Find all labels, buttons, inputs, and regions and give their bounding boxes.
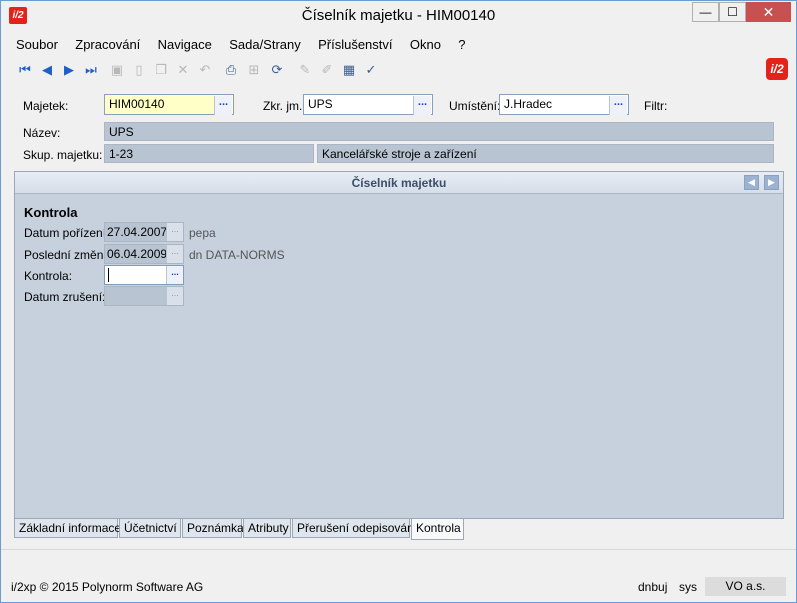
previous-record-icon[interactable]: ◀ — [39, 62, 55, 78]
status-separator — [1, 549, 796, 550]
app-window: i/2 Číselník majetku - HIM00140 — ☐ ✕ So… — [0, 0, 797, 603]
save-icon[interactable]: ▣ — [109, 62, 125, 78]
nazev-field: UPS — [104, 122, 774, 141]
first-record-icon[interactable]: ⏮ — [17, 62, 33, 78]
refresh-icon[interactable]: ⟳ — [269, 62, 285, 78]
copy-icon[interactable]: ❐ — [153, 62, 169, 78]
title-bar[interactable]: i/2 Číselník majetku - HIM00140 — ☐ ✕ — [1, 1, 796, 31]
skup-code-field: 1-23 — [104, 144, 314, 163]
umisteni-label: Umístění: — [449, 99, 501, 113]
umisteni-value: J.Hradec — [504, 97, 553, 111]
umisteni-input[interactable]: J.Hradec ... — [499, 94, 629, 115]
skup-name-field: Kancelářské stroje a zařízení — [317, 144, 774, 163]
status-user: dnbuj — [638, 580, 668, 594]
datum-porizeni-button: ... — [166, 223, 183, 241]
datum-porizeni-user: pepa — [189, 226, 216, 240]
umisteni-lookup-button[interactable]: ... — [609, 96, 627, 115]
menu-soubor[interactable]: Soubor — [9, 35, 65, 54]
text-cursor: ​ — [108, 268, 109, 282]
section-title: Kontrola — [24, 205, 78, 220]
posledni-zmena-button: ... — [166, 245, 183, 263]
pencil-icon[interactable]: ✐ — [319, 62, 335, 78]
toolbar: ⏮ ◀ ▶ ⏭ ▣ ▯ ❐ ✕ ↶ ⎙ ⊞ ⟳ ✎ ✐ ▦ ✓ — [13, 60, 788, 82]
maximize-button[interactable]: ☐ — [719, 2, 746, 22]
majetek-value: HIM00140 — [109, 97, 165, 111]
menu-zpracovani[interactable]: Zpracování — [68, 35, 147, 54]
tab-ucetnictvi[interactable]: Účetnictví — [119, 519, 181, 538]
panel-prev-icon[interactable]: ◀ — [744, 175, 759, 190]
datum-zruseni-field: ... — [104, 286, 184, 306]
posledni-zmena-field: 06.04.2009 ... — [104, 244, 184, 264]
status-bar: i/2xp © 2015 Polynorm Software AG dnbuj … — [1, 577, 796, 597]
next-record-icon[interactable]: ▶ — [61, 62, 77, 78]
zkr-input[interactable]: UPS ... — [303, 94, 433, 115]
tab-kontrola[interactable]: Kontrola — [411, 519, 464, 540]
menu-bar: Soubor Zpracování Navigace Sada/Strany P… — [9, 35, 473, 55]
panel-header: Číselník majetku ◀ ▶ — [15, 172, 783, 194]
filtr-label: Filtr: — [644, 99, 668, 113]
majetek-lookup-button[interactable]: ... — [214, 96, 232, 115]
status-company: VO a.s. — [705, 577, 786, 596]
panel-next-icon[interactable]: ▶ — [764, 175, 779, 190]
menu-help[interactable]: ? — [451, 35, 472, 54]
last-record-icon[interactable]: ⏭ — [83, 62, 99, 78]
window-title: Číselník majetku - HIM00140 — [301, 7, 496, 24]
majetek-label: Majetek: — [23, 99, 69, 113]
posledni-zmena-user: dn DATA-NORMS — [189, 248, 285, 262]
skup-label: Skup. majetku: — [23, 148, 103, 162]
zkr-lookup-button[interactable]: ... — [413, 96, 431, 115]
minimize-button[interactable]: — — [692, 2, 719, 22]
table-icon[interactable]: ▦ — [341, 62, 357, 78]
posledni-zmena-value: 06.04.2009 — [107, 247, 168, 261]
datum-porizeni-label: Datum pořízení: — [24, 226, 110, 240]
menu-navigace[interactable]: Navigace — [151, 35, 219, 54]
menu-prislusenstvi[interactable]: Příslušenství — [311, 35, 399, 54]
content-panel: Číselník majetku ◀ ▶ Kontrola Datum poří… — [14, 171, 784, 519]
zkr-label: Zkr. jm.: — [263, 99, 306, 113]
menu-okno[interactable]: Okno — [403, 35, 448, 54]
filter-check-icon[interactable]: ✓ — [363, 62, 379, 78]
copyright-text: i/2xp © 2015 Polynorm Software AG — [11, 580, 204, 594]
datum-zruseni-label: Datum zrušení: — [24, 290, 106, 304]
delete-icon[interactable]: ✕ — [175, 62, 191, 78]
zkr-value: UPS — [308, 97, 333, 111]
tab-preruseni-odepisovani[interactable]: Přerušení odepisování — [292, 519, 417, 538]
status-system: sys — [679, 580, 697, 594]
edit-icon[interactable]: ✎ — [297, 62, 313, 78]
datum-porizeni-field: 27.04.2007 ... — [104, 222, 184, 242]
kontrola-lookup-button[interactable]: ... — [166, 266, 183, 284]
undo-icon[interactable]: ↶ — [197, 62, 213, 78]
posledni-zmena-label: Poslední změna: — [24, 248, 114, 262]
nazev-label: Název: — [23, 126, 61, 140]
company-logo-icon: i/2 — [766, 58, 788, 80]
datum-porizeni-value: 27.04.2007 — [107, 225, 168, 239]
tab-zakladni-informace[interactable]: Základní informace — [14, 519, 121, 538]
new-icon[interactable]: ▯ — [131, 62, 147, 78]
kontrola-label: Kontrola: — [24, 269, 73, 283]
datum-zruseni-button: ... — [166, 287, 183, 305]
kontrola-input[interactable]: ​ ... — [104, 265, 184, 285]
close-button[interactable]: ✕ — [746, 2, 791, 22]
panel-title: Číselník majetku — [351, 176, 447, 190]
menu-sada-strany[interactable]: Sada/Strany — [222, 35, 308, 54]
majetek-input[interactable]: HIM00140 ... — [104, 94, 234, 115]
tab-atributy[interactable]: Atributy — [243, 519, 291, 538]
print-icon[interactable]: ⎙ — [223, 62, 239, 78]
tree-icon[interactable]: ⊞ — [246, 62, 262, 78]
tab-poznamka[interactable]: Poznámka — [182, 519, 244, 538]
